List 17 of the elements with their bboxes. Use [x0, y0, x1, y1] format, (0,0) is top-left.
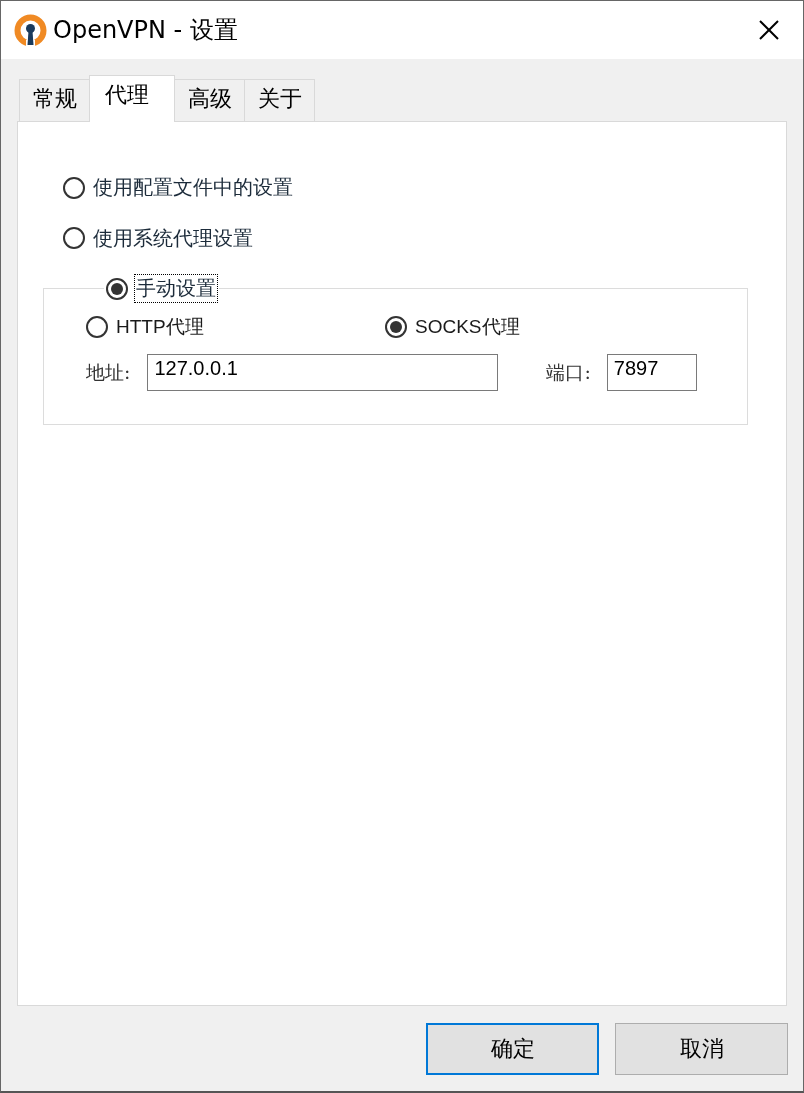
tab[interactable]: 常规	[19, 79, 90, 121]
radio-option[interactable]: SOCKS代理	[385, 314, 521, 340]
tab[interactable]: 关于	[244, 79, 315, 121]
radio-option[interactable]: 使用系统代理设置	[63, 224, 254, 252]
address-label: 地址:	[86, 359, 131, 385]
ok-button[interactable]: 确定	[426, 1023, 599, 1075]
radio-option[interactable]: HTTP代理	[86, 314, 205, 340]
address-field[interactable]: 127.0.0.1	[147, 354, 499, 391]
window-title: OpenVPN - 设置	[53, 15, 238, 46]
port-field[interactable]: 7897	[606, 354, 697, 391]
openvpn-logo-icon	[14, 13, 47, 47]
close-icon[interactable]	[759, 20, 779, 40]
cancel-button[interactable]: 取消	[615, 1023, 788, 1075]
radio-option[interactable]: 使用配置文件中的设置	[63, 174, 294, 201]
tab[interactable]: 代理	[89, 75, 175, 122]
port-label: 端口:	[546, 359, 591, 385]
radio-option[interactable]: 手动设置	[106, 275, 217, 302]
